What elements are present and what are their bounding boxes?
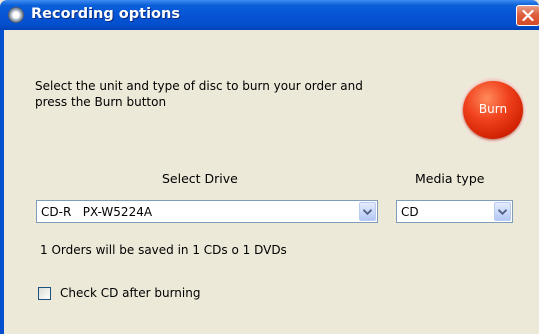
drive-select[interactable]: CD-R PX-W5224A (36, 200, 378, 223)
orders-summary: 1 Orders will be saved in 1 CDs o 1 DVDs (40, 243, 287, 257)
drive-dropdown-button[interactable] (359, 202, 376, 221)
chevron-down-icon (498, 209, 507, 215)
window-frame-left (0, 30, 4, 334)
check-after-burning-label[interactable]: Check CD after burning (60, 286, 200, 300)
drive-select-value: CD-R PX-W5224A (41, 205, 153, 219)
recording-options-dialog: Recording options Select the unit and ty… (0, 0, 539, 334)
media-type-select-value: CD (401, 205, 419, 219)
title-bar[interactable]: Recording options (0, 0, 539, 30)
media-type-label: Media type (415, 171, 485, 186)
select-drive-label: Select Drive (162, 171, 238, 186)
burn-button-face: Burn (463, 81, 523, 139)
burn-button[interactable]: Burn (458, 77, 528, 143)
close-button[interactable] (516, 5, 539, 26)
cd-icon (8, 7, 24, 23)
check-after-burning-checkbox[interactable] (38, 287, 51, 300)
window-title: Recording options (31, 6, 180, 22)
instruction-text: Select the unit and type of disc to burn… (35, 79, 363, 109)
chevron-down-icon (363, 209, 372, 215)
close-icon (522, 10, 534, 21)
media-type-select[interactable]: CD (396, 200, 513, 223)
burn-button-label: Burn (478, 102, 508, 116)
media-type-dropdown-button[interactable] (494, 202, 511, 221)
